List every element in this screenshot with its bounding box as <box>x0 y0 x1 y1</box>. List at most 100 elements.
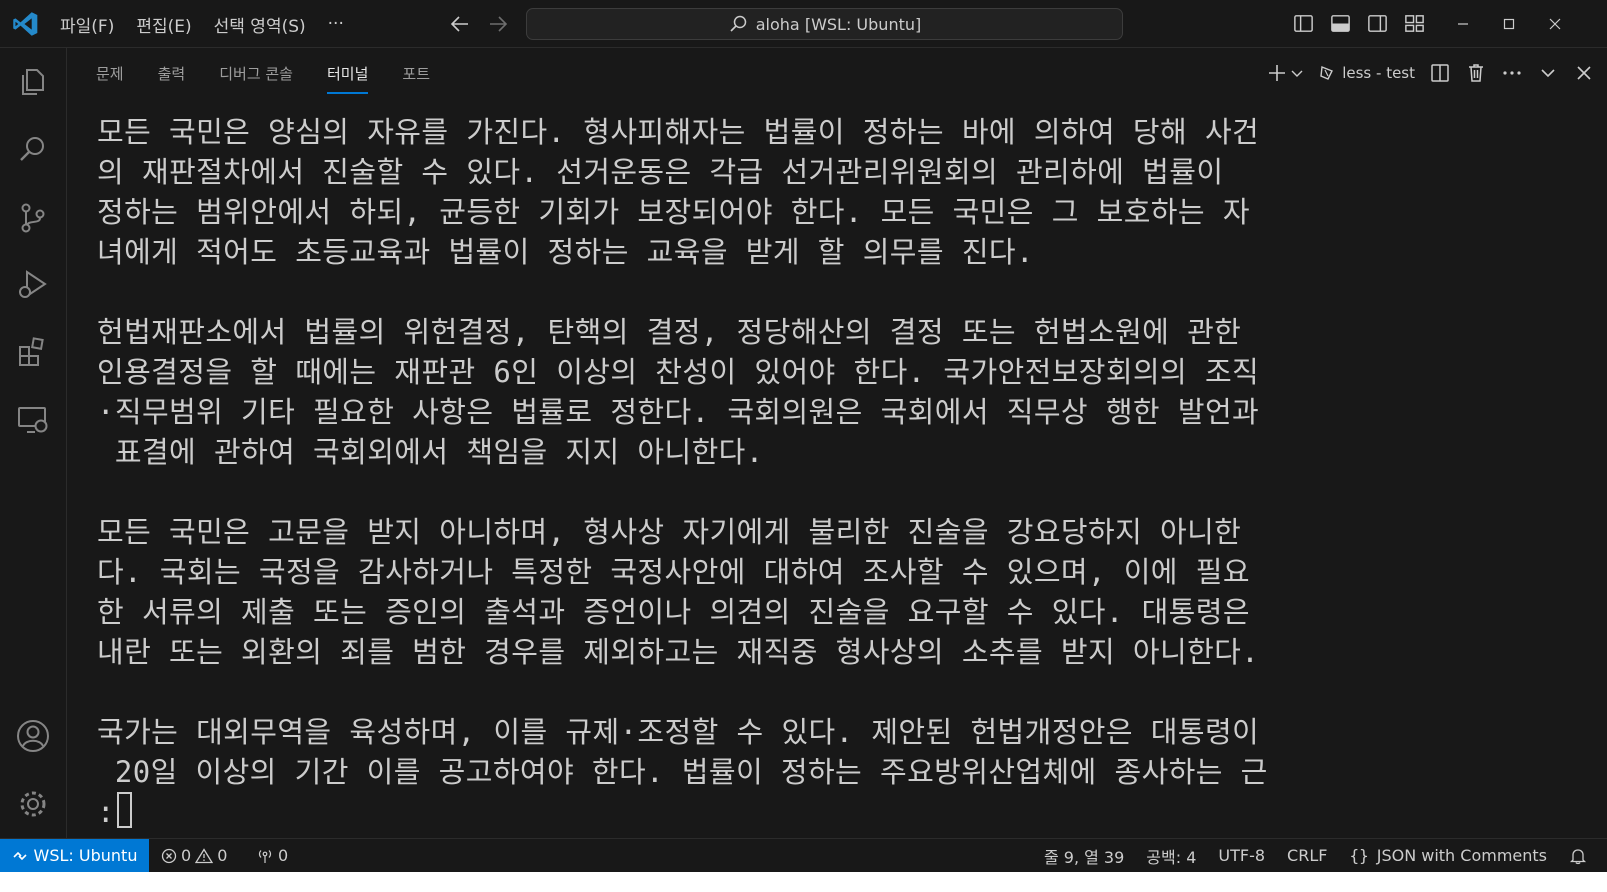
command-center-search[interactable]: aloha [WSL: Ubuntu] <box>526 8 1123 40</box>
activity-remote-explorer[interactable] <box>15 402 51 438</box>
menu-more[interactable]: ··· <box>328 14 344 34</box>
ports-indicator[interactable]: 0 <box>256 839 288 872</box>
activity-accounts[interactable] <box>15 718 51 754</box>
menu-edit[interactable]: 편집(E) <box>136 12 191 37</box>
remote-icon <box>12 851 27 860</box>
terminal-line: 표결에 관하여 국회외에서 책임을 지지 아니한다. <box>97 435 764 469</box>
panel-header: 문제 출력 디버그 콘솔 터미널 포트 less - test <box>67 48 1607 98</box>
activity-run-debug[interactable] <box>15 266 51 302</box>
toggle-primary-sidebar-icon[interactable] <box>1292 12 1315 35</box>
status-bar: WSL: Ubuntu 0 0 0 줄 9, 열 39 공백: 4 UTF-8 … <box>0 838 1607 872</box>
terminal-line: 20일 이상의 기간 이를 공고하여야 한다. 법률이 정하는 주요방위산업체에… <box>97 755 1268 789</box>
chevron-down-icon[interactable] <box>1290 66 1304 80</box>
remote-label: WSL: Ubuntu <box>33 846 138 865</box>
minimize-icon <box>1458 23 1468 25</box>
maximize-panel-chevron-icon[interactable] <box>1537 62 1559 84</box>
terminal-prompt-line: : <box>97 792 1547 832</box>
arrow-left-icon[interactable] <box>448 12 472 36</box>
navigation-arrows <box>448 12 510 36</box>
arrow-right-icon[interactable] <box>486 12 510 36</box>
bell-icon[interactable] <box>1569 847 1587 865</box>
line-ending[interactable]: CRLF <box>1287 846 1327 865</box>
maximize-button[interactable] <box>1486 0 1532 48</box>
split-terminal-icon[interactable] <box>1429 62 1451 84</box>
warning-icon <box>195 847 214 863</box>
terminal-line: 한 서류의 제출 또는 증인의 출석과 증언이나 의견의 진술을 요구할 수 있… <box>97 595 1250 629</box>
warning-count: 0 <box>217 846 228 865</box>
close-window-button[interactable] <box>1532 0 1578 48</box>
terminal-shell-icon <box>1320 66 1334 80</box>
new-terminal-icon[interactable] <box>1266 62 1288 84</box>
maximize-icon <box>1503 18 1515 30</box>
broadcast-icon <box>258 849 272 863</box>
tab-ports[interactable]: 포트 <box>402 48 430 98</box>
terminal-line: 국가는 대외무역을 육성하며, 이를 규제·조정할 수 있다. 제안된 헌법개정… <box>97 715 1260 749</box>
remote-explorer-icon <box>18 407 48 433</box>
toggle-secondary-sidebar-icon[interactable] <box>1366 12 1389 35</box>
window-controls <box>1440 0 1578 48</box>
braces-icon: {} <box>1349 846 1369 865</box>
terminal-selector[interactable]: less - test <box>1318 64 1415 82</box>
vscode-logo-icon[interactable] <box>11 10 39 38</box>
terminal-line: 녀에게 적어도 초등교육과 법률이 정하는 교육을 받게 할 의무를 진다. <box>97 235 1034 269</box>
tab-terminal[interactable]: 터미널 <box>327 48 369 98</box>
terminal-line: 다. 국회는 국정을 감사하거나 특정한 국정사안에 대하여 조사할 수 있으며… <box>97 555 1250 589</box>
menu-file[interactable]: 파일(F) <box>60 12 114 37</box>
problems-indicator[interactable]: 0 0 <box>161 839 227 872</box>
encoding[interactable]: UTF-8 <box>1218 846 1265 865</box>
language-mode[interactable]: {} JSON with Comments <box>1349 846 1547 865</box>
terminal-line: 내란 또는 외환의 죄를 범한 경우를 제외하고는 재직중 형사상의 소추를 받… <box>97 635 1260 669</box>
files-icon <box>22 69 44 95</box>
remote-indicator[interactable]: WSL: Ubuntu <box>0 839 149 872</box>
account-icon <box>17 720 49 752</box>
terminal-line: 정하는 범위안에서 하되, 균등한 기회가 보장되어야 한다. 모든 국민은 그… <box>97 195 1250 229</box>
terminal-line: 인용결정을 할 때에는 재판관 6인 이상의 찬성이 있어야 한다. 국가안전보… <box>97 355 1260 389</box>
close-panel-icon[interactable] <box>1573 62 1595 84</box>
ports-count: 0 <box>278 846 289 865</box>
customize-layout-icon[interactable] <box>1403 12 1426 35</box>
gear-icon <box>20 791 46 817</box>
tab-debug-console[interactable]: 디버그 콘솔 <box>219 48 293 98</box>
menu-selection[interactable]: 선택 영역(S) <box>214 12 306 37</box>
error-icon <box>161 848 177 863</box>
status-right-items: 줄 9, 열 39 공백: 4 UTF-8 CRLF {} JSON with … <box>1044 839 1587 872</box>
language-label: JSON with Comments <box>1376 846 1547 865</box>
terminal-line: ·직무범위 기타 필요한 사항은 법률로 정한다. 국회의원은 국회에서 직무상… <box>97 395 1260 429</box>
activity-bar <box>0 48 67 838</box>
terminal-line: 모든 국민은 고문을 받지 아니하며, 형사상 자기에게 불리한 진술을 강요당… <box>97 515 1242 549</box>
activity-extensions[interactable] <box>15 334 51 370</box>
more-actions-icon[interactable] <box>1501 62 1523 84</box>
activity-manage[interactable] <box>15 786 51 822</box>
activity-source-control[interactable] <box>15 200 51 236</box>
search-icon <box>20 137 44 161</box>
tab-problems[interactable]: 문제 <box>96 48 124 98</box>
terminal-output[interactable]: 모든 국민은 양심의 자유를 가진다. 형사피해자는 법률이 정하는 바에 의하… <box>97 112 1547 832</box>
terminal-name: less - test <box>1342 64 1415 82</box>
run-debug-icon <box>19 270 47 298</box>
error-count: 0 <box>181 846 192 865</box>
terminal-line: 의 재판절차에서 진술할 수 있다. 선거운동은 각급 선거관리위원회의 관리하… <box>97 155 1224 189</box>
minimize-button[interactable] <box>1440 0 1486 48</box>
source-control-icon <box>21 203 45 233</box>
indentation[interactable]: 공백: 4 <box>1146 844 1196 868</box>
terminal-line: 헌법재판소에서 법률의 위헌결정, 탄핵의 결정, 정당해산의 결정 또는 헌법… <box>97 315 1242 349</box>
search-icon <box>730 15 746 32</box>
panel-tabs: 문제 출력 디버그 콘솔 터미널 포트 <box>96 48 430 98</box>
activity-explorer[interactable] <box>15 64 51 100</box>
trash-icon[interactable] <box>1465 62 1487 84</box>
close-icon <box>1549 18 1561 30</box>
menu-bar: 파일(F) 편집(E) 선택 영역(S) ··· <box>60 0 344 48</box>
toggle-panel-icon[interactable] <box>1329 12 1352 35</box>
activity-search[interactable] <box>15 132 51 168</box>
cursor-position[interactable]: 줄 9, 열 39 <box>1044 844 1124 868</box>
command-center-text: aloha [WSL: Ubuntu] <box>755 14 922 34</box>
less-prompt: : <box>97 795 115 829</box>
layout-controls <box>1292 12 1426 35</box>
terminal-line: 모든 국민은 양심의 자유를 가진다. 형사피해자는 법률이 정하는 바에 의하… <box>97 115 1260 149</box>
extensions-icon <box>19 337 44 366</box>
tab-output[interactable]: 출력 <box>158 48 186 98</box>
window-bottom-edge <box>0 872 1607 892</box>
